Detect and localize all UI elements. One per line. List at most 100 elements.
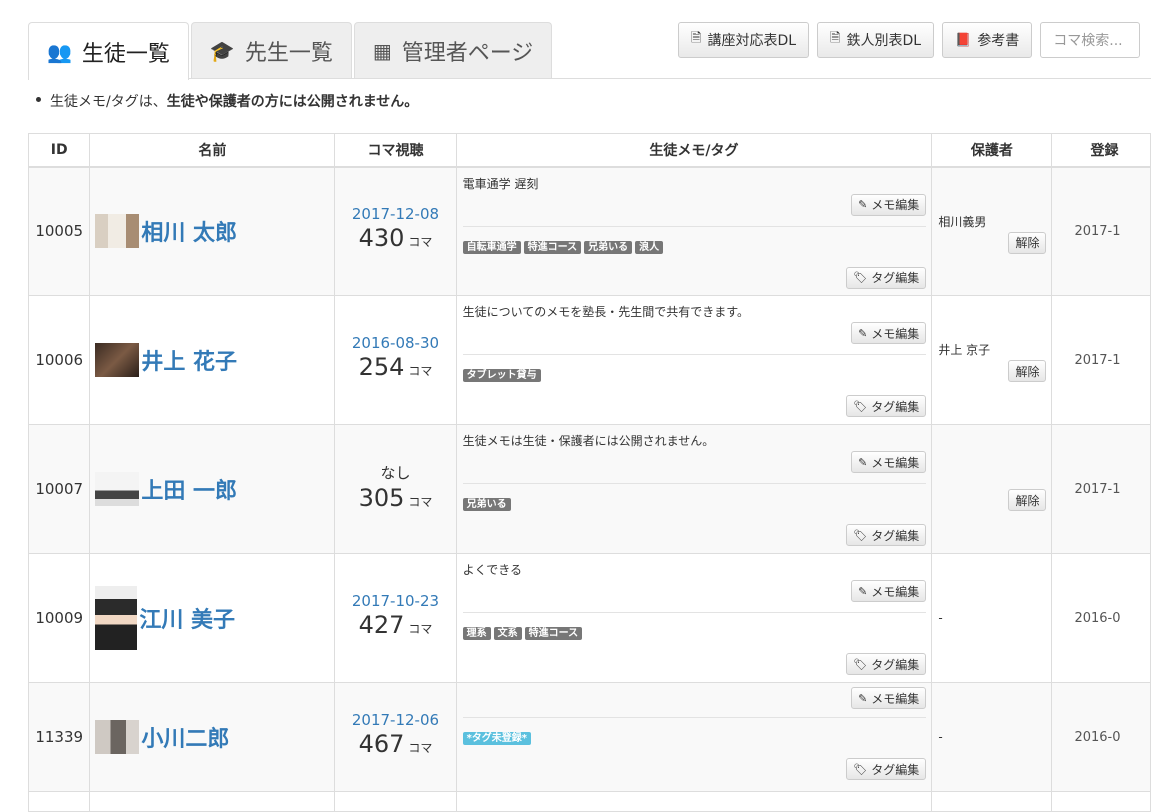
release-button[interactable]: 解除 [1008,231,1047,254]
column-header-id[interactable]: ID [27,133,91,168]
button-label: メモ編集 [871,198,920,212]
tag-badge: タブレット貸与 [462,369,541,382]
student-id: 10007 [27,424,91,554]
tag-list: 兄弟いる [462,498,927,514]
student-avatar [95,720,140,754]
memo-cell: よくできる ✎ メモ編集 理系 文系 特進コース 🏷 タグ編集 [455,553,933,683]
column-header-registered[interactable]: 登録 [1051,133,1151,168]
koma-unit: コマ [408,622,433,636]
guardian-cell: 相川義男 解除 [931,166,1053,296]
memo-edit-button[interactable]: ✎ メモ編集 [851,322,927,344]
guardian-name [938,470,1045,484]
koma-value: 467 [358,730,405,758]
student-id: 10005 [27,166,91,296]
column-header-koma[interactable]: コマ視聴 [334,133,457,168]
registered-date: 2016-0 [1051,553,1151,683]
koma-search-input[interactable]: コマ検索... [1040,22,1141,58]
tag-edit-button[interactable]: 🏷 タグ編集 [846,266,927,289]
registered-date: 2017-1 [1051,166,1151,296]
koma-cell: 2016-08-30 254 コマ [334,295,457,425]
pencil-icon: ✎ [858,691,868,705]
guardian-name: 井上 京子 [938,343,991,357]
guardian-name: - [938,611,943,625]
tab-label: 管理者ページ [401,40,534,66]
button-label: メモ編集 [871,584,920,599]
student-name-link[interactable]: 井上 花子 [141,344,237,376]
tag-badge: 文系 [493,627,522,640]
tag-edit-button[interactable]: 🏷 タグ編集 [846,758,927,780]
reference-book-button[interactable]: 📕 参考書 [942,22,1033,58]
koma-unit: コマ [408,235,433,250]
button-label: タグ編集 [871,657,920,672]
tab-students[interactable]: 👥 生徒一覧 [28,22,189,80]
last-view-date[interactable]: 2017-12-08 [335,205,455,223]
koma-unit: コマ [408,494,433,509]
memo-edit-button[interactable]: ✎ メモ編集 [851,451,927,473]
course-table-download-button[interactable]: 🗎 講座対応表DL [678,22,810,58]
excel-file-icon: 🗎 [691,31,702,46]
button-label: タグ編集 [871,762,920,777]
tab-teachers[interactable]: 🎓 先生一覧 [190,22,352,78]
registered-date: 2016-0 [1051,682,1151,792]
last-view-date: なし [380,463,411,482]
guardian-cell: - [931,682,1053,792]
release-button[interactable]: 解除 [1008,360,1047,382]
notice-lead: 生徒メモ/タグは、 [50,94,167,110]
registered-date: 2017-1 [1051,295,1151,425]
tag-edit-button[interactable]: 🏷 タグ編集 [846,653,927,675]
memo-edit-button[interactable]: ✎ メモ編集 [851,193,927,216]
users-icon: 👥 [47,39,72,64]
tag-edit-button[interactable]: 🏷 タグ編集 [846,395,927,417]
empty-cell [334,791,457,812]
table-row: 10005 相川 太郎 2017-12-08 430 コマ 電車通学 遅刻 ✎ メモ… [27,166,1151,296]
student-id: 10009 [27,553,91,683]
koma-count: 430 コマ [335,223,455,257]
column-header-guardian: 保護者 [931,133,1053,168]
student-name-link[interactable]: 江川 美子 [139,602,235,634]
student-name-link[interactable]: 上田 一郎 [141,473,237,505]
toolbar: 🗎 講座対応表DL 🗎 鉄人別表DL 📕 参考書 コマ検索... [678,22,1141,58]
last-view-date[interactable]: 2017-12-06 [335,711,455,729]
student-name-link[interactable]: 小川二郎 [141,721,229,753]
tab-label: 先生一覧 [244,40,333,66]
pencil-icon: ✎ [858,326,868,340]
tag-icon: 🏷 [853,271,868,284]
tag-icon: 🏷 [853,528,868,542]
tag-edit-button[interactable]: 🏷 タグ編集 [846,524,927,546]
last-view-date[interactable]: 2017-10-23 [335,592,455,610]
koma-count: 427 コマ [335,610,455,644]
tag-badge: *タグ未登録* [462,732,532,745]
column-header-name[interactable]: 名前 [89,133,336,168]
memo-cell: 電車通学 遅刻 ✎ メモ編集 自転車通学 特進コース 兄弟いる 浪人 🏷 タグ編集 [455,166,933,296]
memo-text: 生徒メモは生徒・保護者には公開されません。 [462,434,715,448]
tag-icon: 🏷 [853,657,868,671]
divider [462,354,927,355]
memo-edit-button[interactable]: ✎ メモ編集 [851,687,927,709]
button-label: 講座対応表DL [707,33,797,49]
memo-edit-button[interactable]: ✎ メモ編集 [851,580,927,602]
button-label: メモ編集 [871,691,920,706]
koma-unit: コマ [408,741,433,755]
tag-badge: 特進コース [523,240,582,254]
pencil-icon: ✎ [858,198,868,211]
divider [462,717,927,718]
student-name-link[interactable]: 相川 太郎 [141,215,237,247]
divider [462,483,927,484]
tag-badge: 理系 [462,627,491,640]
name-cell: 井上 花子 [89,295,336,425]
tab-admin[interactable]: ▦ 管理者ページ [353,22,553,78]
tetsujin-table-download-button[interactable]: 🗎 鉄人別表DL [817,22,935,58]
tag-badge: 兄弟いる [462,498,511,511]
koma-cell: なし 305 コマ [334,424,457,554]
tag-badge: 兄弟いる [584,240,633,254]
name-cell: 小川二郎 [89,682,336,792]
divider [462,225,927,227]
top-bar: 👥 生徒一覧 🎓 先生一覧 ▦ 管理者ページ 🗎 講座対応表DL 🗎 鉄人別表D… [0,0,1151,80]
koma-cell: 2017-10-23 427 コマ [334,553,457,683]
koma-cell: 2017-12-08 430 コマ [334,166,457,296]
last-view-date[interactable]: 2016-08-30 [335,334,455,352]
student-table: ID 名前 コマ視聴 生徒メモ/タグ 保護者 登録 10005 相川 太郎 20… [27,133,1151,812]
release-button[interactable]: 解除 [1008,489,1047,511]
tag-badge: 自転車通学 [462,240,521,254]
button-label: メモ編集 [871,455,920,470]
